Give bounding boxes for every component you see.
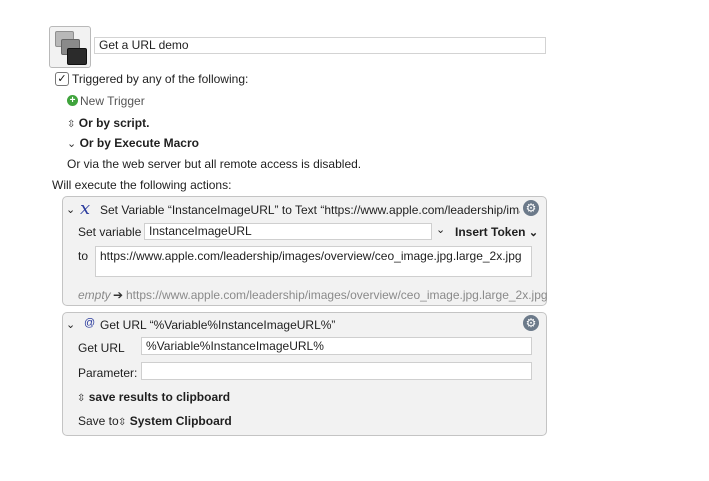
preview-value: https://www.apple.com/leadership/images/… (126, 288, 548, 302)
variable-x-icon: x (80, 198, 91, 219)
save-to-popup[interactable]: ⇳ System Clipboard (118, 414, 232, 428)
triggered-checkbox[interactable]: ✓ (55, 72, 69, 86)
updown-chevron-icon: ⇳ (67, 119, 76, 130)
set-variable-action[interactable]: ⌄ x Set Variable “InstanceImageURL” to T… (62, 196, 548, 306)
chevron-down-icon: ⌄ (67, 138, 77, 150)
set-variable-label: Set variable (78, 225, 142, 239)
save-to-label: Save to (78, 414, 119, 428)
save-results-disclosure[interactable]: ⇳ save results to clipboard (77, 390, 230, 404)
actions-heading: Will execute the following actions: (52, 178, 232, 192)
parameter-label: Parameter: (78, 366, 138, 380)
get-url-label: Get URL (78, 341, 125, 355)
parameter-field[interactable] (141, 362, 532, 380)
web-server-note: Or via the web server but all remote acc… (67, 157, 362, 171)
insert-token-label: Insert Token (455, 225, 526, 239)
get-url-field[interactable]: %Variable%InstanceImageURL% (141, 337, 532, 355)
get-url-action[interactable]: ⌄ @ Get URL “%Variable%InstanceImageURL%… (62, 312, 547, 436)
insert-token-button[interactable]: Insert Token ⌄ (455, 225, 538, 239)
to-label: to (78, 249, 89, 263)
updown-chevron-icon: ⇳ (118, 417, 127, 428)
at-icon: @ (84, 317, 96, 329)
collapse-chevron-icon[interactable]: ⌄ (66, 318, 75, 331)
updown-chevron-icon: ⇳ (77, 393, 86, 404)
or-by-script-label: Or by script. (78, 116, 150, 130)
macro-name-field[interactable]: Get a URL demo (94, 37, 546, 54)
variable-dropdown-chevron-icon[interactable]: ⌄ (436, 223, 445, 236)
triggered-label: Triggered by any of the following: (72, 72, 249, 86)
save-to-value: System Clipboard (129, 414, 232, 428)
collapse-chevron-icon[interactable]: ⌄ (66, 203, 75, 216)
or-by-execute-macro-label: Or by Execute Macro (79, 136, 199, 150)
set-variable-title: Set Variable “InstanceImageURL” to Text … (100, 203, 520, 217)
macro-icon[interactable] (49, 26, 91, 68)
insert-token-chevron-icon: ⌄ (528, 227, 539, 239)
preview-arrow-icon: ➔ (113, 288, 124, 302)
or-by-execute-macro-disclosure[interactable]: ⌄ Or by Execute Macro (67, 136, 199, 150)
gear-icon[interactable]: ⚙ (523, 200, 539, 216)
variable-name-field[interactable]: InstanceImageURL (144, 223, 432, 240)
to-value-field[interactable]: https://www.apple.com/leadership/images/… (95, 246, 532, 277)
gear-icon[interactable]: ⚙ (523, 315, 539, 331)
add-trigger-icon[interactable]: + (67, 95, 78, 106)
or-by-script-disclosure[interactable]: ⇳ Or by script. (67, 116, 149, 130)
get-url-title: Get URL “%Variable%InstanceImageURL%” (100, 318, 336, 332)
save-results-label: save results to clipboard (88, 390, 231, 404)
preview-empty-label: empty (78, 288, 111, 302)
new-trigger-button[interactable]: New Trigger (80, 94, 145, 108)
